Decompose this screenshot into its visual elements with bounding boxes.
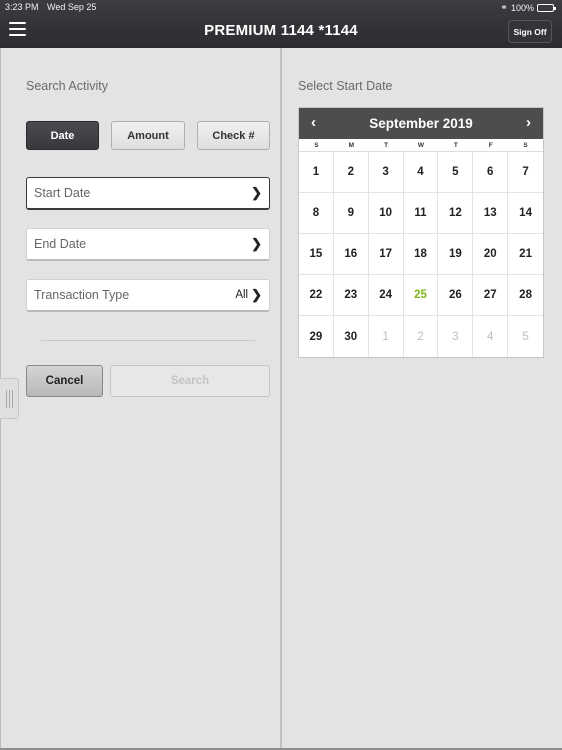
calendar-day[interactable]: 20	[473, 234, 509, 275]
calendar-day[interactable]: 3	[368, 152, 404, 193]
calendar-day[interactable]: 1	[299, 152, 334, 193]
select-start-date-label: Select Start Date	[298, 79, 393, 93]
status-time: 3:23 PM	[5, 2, 39, 12]
calendar-day[interactable]: 19	[438, 234, 474, 275]
calendar-day[interactable]: 10	[368, 193, 404, 234]
cancel-button[interactable]: Cancel	[26, 365, 103, 397]
status-bar: 3:23 PM Wed Sep 25 ⚭ 100%	[0, 0, 562, 14]
end-date-label: End Date	[34, 237, 87, 251]
calendar-day[interactable]: 4	[473, 316, 509, 357]
calendar-day[interactable]: 7	[508, 152, 543, 193]
chevron-right-icon: ❯	[251, 287, 262, 302]
page-title: PREMIUM 1144 *1144	[204, 22, 358, 39]
weekday-label: T	[384, 142, 389, 149]
calendar-day[interactable]: 2	[333, 152, 369, 193]
calendar-day[interactable]: 28	[508, 275, 543, 316]
start-date-field[interactable]: Start Date ❯	[26, 177, 270, 210]
calendar-day[interactable]: 14	[508, 193, 543, 234]
calendar-month-label: September 2019	[369, 116, 473, 131]
calendar-day[interactable]: 6	[473, 152, 509, 193]
calendar-day[interactable]: 21	[508, 234, 543, 275]
calendar-day[interactable]: 26	[438, 275, 474, 316]
weekday-label: W	[417, 142, 425, 149]
calendar-header: ‹ September 2019 ›	[299, 108, 543, 139]
chevron-right-icon: ❯	[251, 236, 262, 251]
chevron-left-icon[interactable]: ‹	[311, 114, 316, 131]
chevron-right-icon: ❯	[251, 185, 262, 200]
calendar-day[interactable]: 15	[299, 234, 334, 275]
weekday-label: M	[348, 142, 354, 149]
transaction-type-label: Transaction Type	[34, 288, 130, 302]
calendar-day[interactable]: 5	[508, 316, 543, 357]
start-date-label: Start Date	[34, 186, 91, 200]
segment-check-number[interactable]: Check #	[197, 121, 270, 150]
top-bar: 3:23 PM Wed Sep 25 ⚭ 100% PREMIUM 1144 *…	[0, 0, 562, 48]
calendar-day[interactable]: 27	[473, 275, 509, 316]
weekday-label: S	[314, 142, 319, 149]
search-button[interactable]: Search	[110, 365, 270, 397]
calendar-day[interactable]: 8	[299, 193, 334, 234]
calendar-day[interactable]: 5	[438, 152, 474, 193]
transaction-type-field[interactable]: Transaction Type All ❯	[26, 279, 270, 312]
calendar-day[interactable]: 9	[333, 193, 369, 234]
calendar-day[interactable]: 24	[368, 275, 404, 316]
transaction-type-value: All	[235, 289, 249, 301]
calendar-day[interactable]: 11	[403, 193, 439, 234]
battery-percent: 100%	[510, 2, 534, 13]
status-right: ⚭ 100%	[500, 2, 556, 13]
calendar-day[interactable]: 12	[438, 193, 474, 234]
calendar-day[interactable]: 3	[438, 316, 474, 357]
search-activity-label: Search Activity	[26, 79, 108, 93]
weekday-label: T	[453, 142, 458, 149]
calendar-day[interactable]: 4	[403, 152, 439, 193]
sign-off-button[interactable]: Sign Off	[508, 20, 552, 43]
calendar-day[interactable]: 13	[473, 193, 509, 234]
calendar-day[interactable]: 29	[299, 316, 334, 357]
orientation-lock-icon: ⚭	[500, 2, 508, 12]
segment-date[interactable]: Date	[26, 121, 99, 150]
weekday-label: S	[523, 142, 528, 149]
weekday-row: SMTWTFS	[299, 139, 543, 152]
calendar-day[interactable]: 18	[403, 234, 439, 275]
calendar: ‹ September 2019 › SMTWTFS 1 2 3 4 5 6 7 8 9 10 11…	[298, 107, 544, 358]
weekday-label: F	[488, 142, 493, 149]
drawer-drag-handle[interactable]	[0, 378, 19, 419]
panel-divider	[280, 48, 282, 750]
battery-icon	[537, 3, 556, 12]
calendar-day-today[interactable]: 25	[403, 275, 439, 316]
calendar-day[interactable]: 30	[334, 316, 369, 357]
chevron-right-icon[interactable]: ›	[526, 114, 531, 131]
calendar-grid: 1 2 3 4 5 6 7 8 9 10 11 12 13 14 15 16 17 18 19 20 21 22 23 24 2…	[299, 152, 543, 357]
calendar-day[interactable]: 16	[333, 234, 369, 275]
segment-amount[interactable]: Amount	[111, 121, 185, 150]
calendar-day[interactable]: 23	[333, 275, 369, 316]
calendar-day[interactable]: 17	[368, 234, 404, 275]
end-date-field[interactable]: End Date ❯	[26, 228, 270, 261]
status-date: Wed Sep 25	[47, 2, 97, 12]
calendar-day[interactable]: 2	[404, 316, 439, 357]
calendar-day[interactable]: 22	[299, 275, 334, 316]
calendar-day[interactable]: 1	[369, 316, 404, 357]
separator-line	[41, 340, 255, 341]
